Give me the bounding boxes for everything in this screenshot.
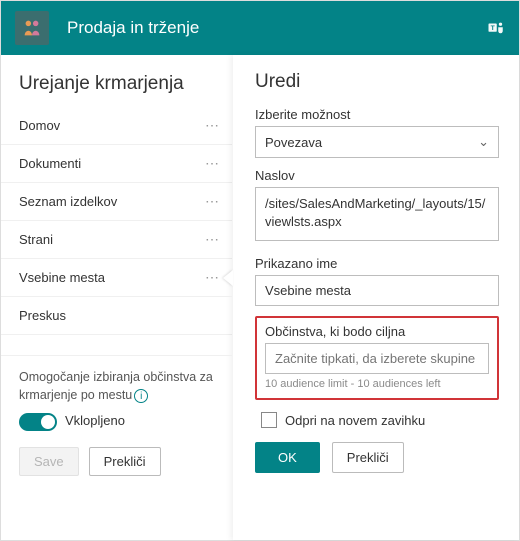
address-input[interactable] xyxy=(255,187,499,241)
nav-item-vsebine-mesta[interactable]: Vsebine mesta ⋯ xyxy=(1,259,232,297)
teams-icon[interactable]: T xyxy=(487,19,505,37)
nav-item-label: Preskus xyxy=(19,308,66,323)
audience-input[interactable] xyxy=(265,343,489,374)
nav-item-label: Strani xyxy=(19,232,53,247)
more-icon[interactable]: ⋯ xyxy=(205,117,220,134)
save-button: Save xyxy=(19,447,79,476)
cancel-button[interactable]: Prekliči xyxy=(332,442,404,473)
edit-link-panel: Uredi Izberite možnost Povezava ⌄ Naslov… xyxy=(233,55,519,540)
audience-toggle-state: Vklopljeno xyxy=(65,412,125,431)
nav-edit-panel: Urejanje krmarjenja Domov ⋯ Dokumenti ⋯ Se… xyxy=(1,55,233,540)
site-header: Prodaja in trženje T xyxy=(1,1,519,55)
more-icon[interactable]: ⋯ xyxy=(205,231,220,248)
ok-button[interactable]: OK xyxy=(255,442,320,473)
audience-toggle-section: Omogočanje izbiranja občinstva za krmarj… xyxy=(1,355,232,441)
audience-hint: 10 audience limit - 10 audiences left xyxy=(265,378,489,390)
audience-target-section: Občinstva, ki bodo ciljna 10 audience li… xyxy=(255,316,499,400)
display-name-input[interactable] xyxy=(255,275,499,306)
more-icon[interactable]: ⋯ xyxy=(205,193,220,210)
more-icon[interactable]: ⋯ xyxy=(205,155,220,172)
cancel-button[interactable]: Prekliči xyxy=(89,447,161,476)
address-label: Naslov xyxy=(255,168,499,183)
nav-item-label: Dokumenti xyxy=(19,156,81,171)
new-tab-label: Odpri na novem zavihku xyxy=(285,413,425,428)
option-select[interactable]: Povezava ⌄ xyxy=(255,126,499,158)
nav-item-strani[interactable]: Strani ⋯ xyxy=(1,221,232,259)
option-label: Izberite možnost xyxy=(255,107,499,122)
nav-edit-buttons: Save Prekliči xyxy=(1,441,232,490)
site-logo xyxy=(15,11,49,45)
chevron-down-icon: ⌄ xyxy=(478,134,489,150)
edit-panel-title: Uredi xyxy=(255,71,499,93)
more-icon[interactable]: ⋯ xyxy=(205,269,220,286)
selection-pointer-icon xyxy=(223,270,233,286)
nav-item-label: Seznam izdelkov xyxy=(19,194,117,209)
edit-panel-buttons: OK Prekliči xyxy=(255,442,499,473)
display-name-label: Prikazano ime xyxy=(255,256,499,271)
nav-item-dokumenti[interactable]: Dokumenti ⋯ xyxy=(1,145,232,183)
audience-toggle[interactable] xyxy=(19,413,57,431)
new-tab-checkbox[interactable] xyxy=(261,412,277,428)
site-title: Prodaja in trženje xyxy=(67,18,469,38)
handshake-icon xyxy=(21,17,43,39)
nav-edit-title: Urejanje krmarjenja xyxy=(1,73,232,107)
nav-list: Domov ⋯ Dokumenti ⋯ Seznam izdelkov ⋯ Stran… xyxy=(1,107,232,335)
audience-label: Občinstva, ki bodo ciljna xyxy=(265,324,489,339)
option-select-value: Povezava xyxy=(265,135,322,150)
audience-toggle-caption: Omogočanje izbiranja občinstva za krmarj… xyxy=(19,370,213,402)
nav-item-label: Domov xyxy=(19,118,60,133)
nav-item-domov[interactable]: Domov ⋯ xyxy=(1,107,232,145)
nav-item-preskus[interactable]: Preskus xyxy=(1,297,232,335)
nav-item-seznam-izdelkov[interactable]: Seznam izdelkov ⋯ xyxy=(1,183,232,221)
nav-item-label: Vsebine mesta xyxy=(19,270,105,285)
info-icon[interactable]: i xyxy=(134,389,148,403)
